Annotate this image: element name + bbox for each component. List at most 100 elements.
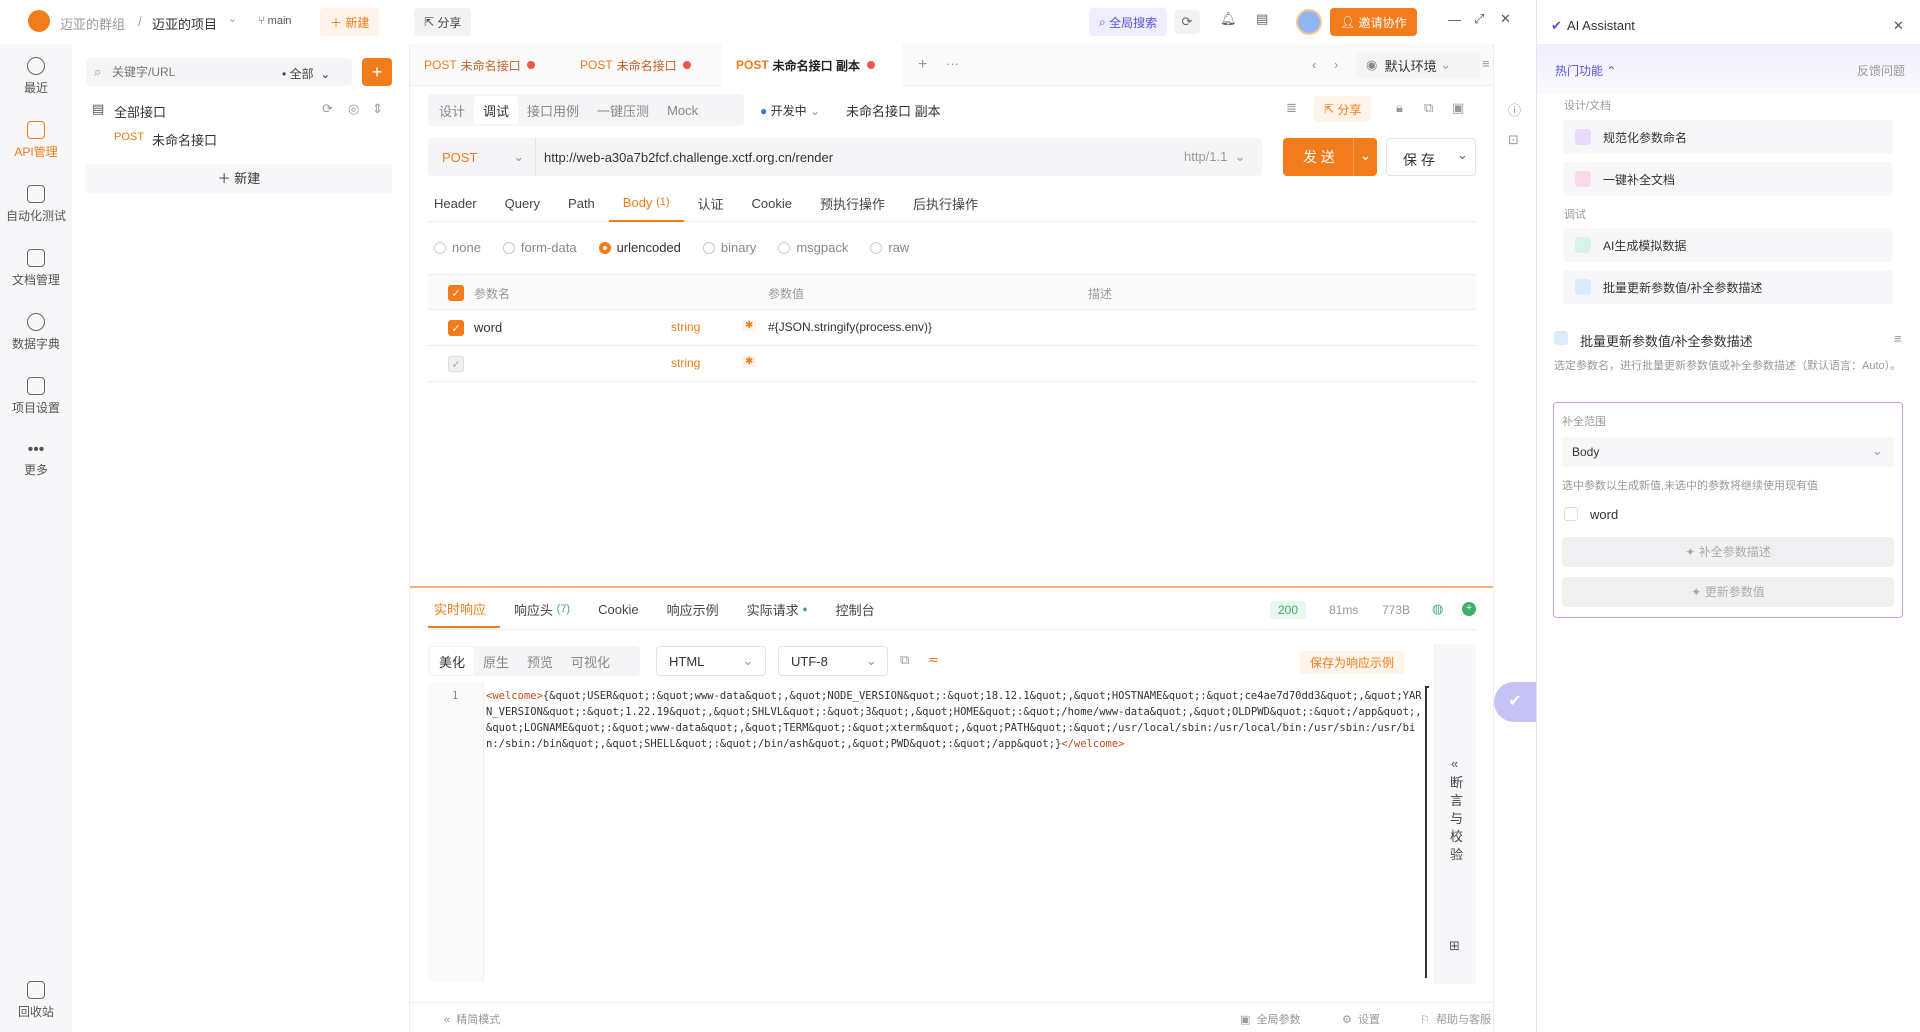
tab-debug[interactable]: 调试	[474, 96, 519, 124]
select-all-checkbox[interactable]: ✓	[448, 285, 464, 301]
nav-settings[interactable]: 项目设置	[0, 364, 72, 428]
footer-settings[interactable]: ⚙ 设置	[1342, 1011, 1380, 1027]
tab-item-active[interactable]: POST 未命名接口 副本	[722, 44, 902, 86]
tree-filter-select[interactable]: • 全部 ⌄	[282, 65, 330, 82]
locate-icon[interactable]: ◎	[348, 101, 359, 117]
save-example-button[interactable]: 保存为响应示例	[1300, 651, 1405, 674]
close-icon[interactable]: ✕	[1893, 18, 1904, 34]
project-name[interactable]: 迈亚的项目	[152, 14, 217, 33]
save-button[interactable]: 保 存 ⌄	[1386, 138, 1476, 176]
tab-resp-headers[interactable]: 响应头 (7)	[500, 590, 584, 628]
tab-post[interactable]: 后执行操作	[899, 184, 992, 222]
param-value[interactable]: #{JSON.stringify(process.env)}	[768, 320, 932, 334]
add-plus-icon[interactable]: +	[362, 58, 392, 86]
tab-realtime[interactable]: 实时响应	[428, 590, 501, 628]
tab-query[interactable]: Query	[491, 184, 554, 222]
view-visual[interactable]: 可视化	[562, 647, 619, 675]
nav-autotest[interactable]: 自动化测试	[0, 172, 72, 236]
tab-auth[interactable]: 认证	[684, 184, 738, 222]
tree-item[interactable]: POST 未命名接口	[110, 124, 390, 152]
next-icon[interactable]: ›	[1334, 57, 1338, 72]
collapse-icon[interactable]: «	[1451, 756, 1458, 771]
hot-features-toggle[interactable]: 热门功能 ⌃	[1555, 62, 1616, 79]
nav-api[interactable]: API管理	[0, 108, 72, 172]
radio-form-data[interactable]: form-data	[502, 240, 577, 255]
tab-body[interactable]: Body (1)	[608, 184, 684, 222]
compact-mode[interactable]: « 精简模式	[444, 1011, 500, 1027]
share-button[interactable]: ⇱ 分享	[414, 8, 472, 36]
align-icon[interactable]: ≣	[1286, 100, 1297, 116]
chevron-down-icon[interactable]: ⌄	[1457, 147, 1468, 163]
minimize-icon[interactable]: —	[1448, 12, 1461, 27]
copy-icon[interactable]: ⧉	[900, 652, 909, 668]
param-checkbox[interactable]	[1564, 507, 1578, 521]
global-params[interactable]: ▣ 全局参数	[1240, 1011, 1301, 1027]
complete-desc-button[interactable]: ✦ 补全参数描述	[1562, 537, 1894, 567]
save-icon[interactable]: ▣	[1452, 100, 1464, 116]
list-icon[interactable]: ≡	[1894, 331, 1902, 346]
nav-recent[interactable]: 最近	[0, 44, 72, 108]
tab-resp-example[interactable]: 响应示例	[653, 590, 733, 628]
tab-path[interactable]: Path	[554, 184, 609, 222]
new-button[interactable]: ＋ 新建	[320, 8, 380, 36]
tab-design[interactable]: 设计	[430, 96, 474, 124]
row-checkbox[interactable]: ✓	[448, 356, 464, 372]
expand-icon[interactable]: ⇕	[372, 101, 383, 117]
tree-search-input[interactable]	[112, 62, 252, 82]
notes-icon[interactable]: ▤	[1256, 11, 1268, 27]
tab-pre[interactable]: 预执行操作	[806, 184, 899, 222]
lock-icon[interactable]: 🔒︎	[1396, 100, 1403, 116]
scroll-thumb[interactable]	[1425, 686, 1429, 978]
tab-cases[interactable]: 接口用例	[518, 96, 588, 124]
nav-dict[interactable]: 数据字典	[0, 300, 72, 364]
plus-circle-icon[interactable]: +	[1462, 602, 1476, 616]
radio-urlencoded[interactable]: urlencoded	[598, 240, 681, 255]
chevron-down-icon[interactable]: ⌄	[1353, 138, 1377, 176]
globe-icon[interactable]: ◍	[1432, 601, 1443, 617]
url-input[interactable]	[544, 146, 1104, 168]
tree-root-label[interactable]: 全部接口	[114, 102, 166, 121]
param-type[interactable]: string	[671, 356, 700, 370]
tab-resp-cookie[interactable]: Cookie	[584, 590, 652, 628]
radio-binary[interactable]: binary	[702, 240, 756, 255]
nav-docs[interactable]: 文档管理	[0, 236, 72, 300]
bell-icon[interactable]: 🔔︎	[1220, 11, 1237, 27]
avatar[interactable]	[1296, 9, 1322, 35]
chevron-down-icon[interactable]: ⌄	[228, 12, 237, 25]
ai-item-normalize[interactable]: 规范化参数命名	[1563, 120, 1893, 154]
required-icon[interactable]: ✱	[742, 320, 757, 331]
view-pretty[interactable]: 美化	[430, 647, 475, 675]
code-icon[interactable]: ⊡	[1508, 132, 1519, 148]
tab-actual-request[interactable]: 实际请求 ●	[733, 590, 822, 628]
help[interactable]: ⚐ 帮助与客服	[1420, 1011, 1491, 1027]
tab-console[interactable]: 控制台	[822, 590, 889, 628]
tree-new-button[interactable]: ＋ 新建	[86, 164, 392, 194]
sync-icon[interactable]: ⟳	[322, 101, 333, 117]
prev-icon[interactable]: ‹	[1312, 57, 1316, 72]
close-icon[interactable]: ✕	[1500, 11, 1511, 27]
ai-item-mock[interactable]: AI生成模拟数据	[1563, 228, 1893, 262]
wrap-icon[interactable]: ≂	[928, 652, 939, 668]
update-value-button[interactable]: ✦ 更新参数值	[1562, 577, 1894, 607]
view-raw[interactable]: 原生	[474, 647, 518, 675]
share-small-button[interactable]: ⇱ 分享	[1314, 96, 1372, 122]
more-icon[interactable]: ···	[946, 56, 959, 71]
doc-name[interactable]: 未命名接口 副本	[846, 101, 941, 120]
branch-label[interactable]: ⑂ main	[258, 15, 292, 27]
team-name[interactable]: 迈亚的群组	[60, 14, 125, 33]
tab-header[interactable]: Header	[428, 184, 491, 222]
nav-more[interactable]: ••• 更多	[0, 428, 72, 492]
radio-none[interactable]: none	[434, 240, 481, 255]
required-icon[interactable]: ✱	[742, 356, 757, 367]
view-preview[interactable]: 预览	[518, 647, 562, 675]
radio-raw[interactable]: raw	[870, 240, 909, 255]
radio-msgpack[interactable]: msgpack	[778, 240, 848, 255]
param-type[interactable]: string	[671, 320, 700, 334]
tab-item[interactable]: POST 未命名接口	[410, 44, 562, 86]
split-divider[interactable]	[410, 586, 1493, 588]
nav-trash[interactable]: 回收站	[0, 968, 72, 1032]
env-select[interactable]: ◉ 默认环境 ⌄	[1356, 52, 1480, 78]
row-checkbox[interactable]: ✓	[448, 320, 464, 336]
format-select[interactable]: HTML ⌄	[656, 646, 766, 676]
ai-item-complete-doc[interactable]: 一键补全文档	[1563, 162, 1893, 196]
